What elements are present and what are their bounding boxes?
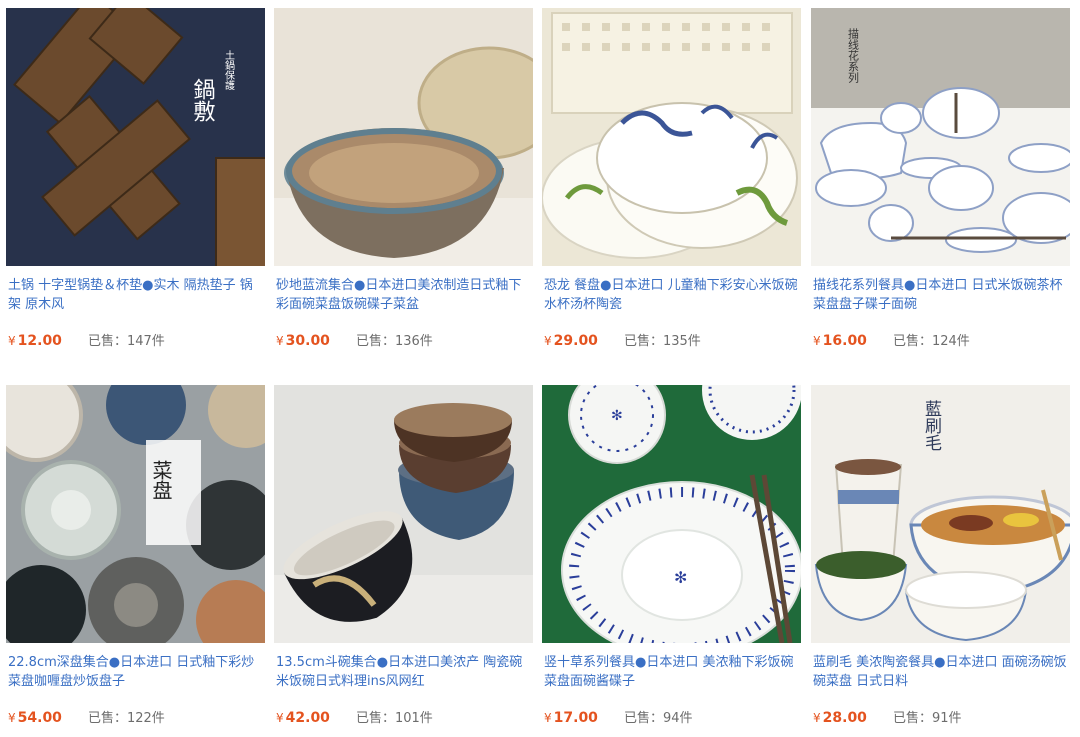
image-subtitle: 土鍋保護 — [223, 49, 235, 91]
glazed-bowl-image — [274, 8, 533, 266]
price-row: ¥12.00 已售：147件 — [8, 331, 265, 351]
currency-symbol: ¥ — [813, 334, 821, 348]
sold-label: 已售： — [355, 711, 395, 726]
product-image[interactable]: 描线花系列 — [811, 8, 1070, 266]
currency-symbol: ¥ — [813, 711, 821, 725]
wooden-trivet-image: 鍋敷 土鍋保護 — [6, 8, 265, 266]
product-price: 12.00 — [17, 333, 62, 349]
product-image[interactable] — [274, 8, 533, 266]
sold-count: 101件 — [394, 711, 433, 726]
product-image[interactable]: 菜盘 — [6, 385, 265, 643]
price-row: ¥54.00 已售：122件 — [8, 708, 265, 728]
currency-symbol: ¥ — [276, 711, 284, 725]
deep-plates-image: 菜盘 — [6, 385, 265, 643]
currency-symbol: ¥ — [544, 334, 552, 348]
product-image[interactable]: 鍋敷 土鍋保護 — [6, 8, 265, 266]
sold-label: 已售： — [87, 334, 127, 349]
product-image[interactable]: 藍刷毛 — [811, 385, 1070, 643]
price-row: ¥16.00 已售：124件 — [813, 331, 1070, 351]
blue-line-flower-tableware-image: 描线花系列 — [811, 8, 1070, 266]
price-row: ¥29.00 已售：135件 — [544, 331, 801, 351]
product-title-link[interactable]: 13.5cm斗碗集合●日本进口美浓产 陶瓷碗米饭碗日式料理ins风网红 — [276, 653, 533, 691]
image-title: 描线花系列 — [847, 27, 860, 84]
product-title-link[interactable]: 描线花系列餐具●日本进口 日式米饭碗茶杯菜盘盘子碟子面碗 — [813, 276, 1070, 314]
product-price: 28.00 — [822, 710, 867, 726]
price-row: ¥17.00 已售：94件 — [544, 708, 801, 728]
product-title-link[interactable]: 竖十草系列餐具●日本进口 美浓釉下彩饭碗菜盘面碗酱碟子 — [544, 653, 801, 691]
product-price: 17.00 — [553, 710, 598, 726]
product-image[interactable] — [542, 8, 801, 266]
dinosaur-dishes-image — [542, 8, 801, 266]
stacked-bowls-image — [274, 385, 533, 643]
sold-count: 124件 — [931, 334, 970, 349]
currency-symbol: ¥ — [8, 711, 16, 725]
asterisk-motif-icon: ✻ — [674, 568, 687, 587]
sold-count: 147件 — [126, 334, 165, 349]
asterisk-motif-icon: ✻ — [611, 408, 623, 424]
product-price: 30.00 — [285, 333, 330, 349]
product-title-link[interactable]: 蓝刷毛 美浓陶瓷餐具●日本进口 面碗汤碗饭碗菜盘 日式日料 — [813, 653, 1070, 691]
image-title: 藍刷毛 — [921, 400, 942, 451]
product-title-link[interactable]: 恐龙 餐盘●日本进口 儿童釉下彩安心米饭碗水杯汤杯陶瓷 — [544, 276, 801, 314]
sold-count: 91件 — [931, 711, 962, 726]
product-title-link[interactable]: 22.8cm深盘集合●日本进口 日式釉下彩炒菜盘咖喱盘炒饭盘子 — [8, 653, 265, 691]
sold-label: 已售： — [87, 711, 127, 726]
product-image[interactable]: ✻ ✻ — [542, 385, 801, 643]
product-price: 29.00 — [553, 333, 598, 349]
sold-count: 122件 — [126, 711, 165, 726]
blue-brush-tableware-image: 藍刷毛 — [811, 385, 1070, 643]
product-image[interactable] — [274, 385, 533, 643]
sold-label: 已售： — [623, 334, 663, 349]
product-title-link[interactable]: 土锅 十字型锅垫＆杯垫●实木 隔热垫子 锅架 原木风 — [8, 276, 265, 314]
currency-symbol: ¥ — [8, 334, 16, 348]
currency-symbol: ¥ — [544, 711, 552, 725]
image-title: 鍋敷 — [190, 78, 216, 122]
sold-count: 135件 — [662, 334, 701, 349]
product-price: 42.00 — [285, 710, 330, 726]
product-grid: 鍋敷 土鍋保護 土锅 十字型锅垫＆杯垫●实木 隔热垫子 锅架 原木风 ¥12.0… — [0, 0, 1080, 737]
sold-label: 已售： — [355, 334, 395, 349]
price-row: ¥30.00 已售：136件 — [276, 331, 533, 351]
sold-label: 已售： — [892, 711, 932, 726]
product-title-link[interactable]: 砂地蓝流集合●日本进口美浓制造日式釉下彩面碗菜盘饭碗碟子菜盆 — [276, 276, 533, 314]
sold-count: 136件 — [394, 334, 433, 349]
currency-symbol: ¥ — [276, 334, 284, 348]
sold-count: 94件 — [662, 711, 693, 726]
price-row: ¥28.00 已售：91件 — [813, 708, 1070, 728]
price-row: ¥42.00 已售：101件 — [276, 708, 533, 728]
image-title: 菜盘 — [149, 460, 173, 500]
product-price: 16.00 — [822, 333, 867, 349]
sold-label: 已售： — [892, 334, 932, 349]
cross-grass-plates-image: ✻ ✻ — [542, 385, 801, 643]
sold-label: 已售： — [623, 711, 663, 726]
product-price: 54.00 — [17, 710, 62, 726]
